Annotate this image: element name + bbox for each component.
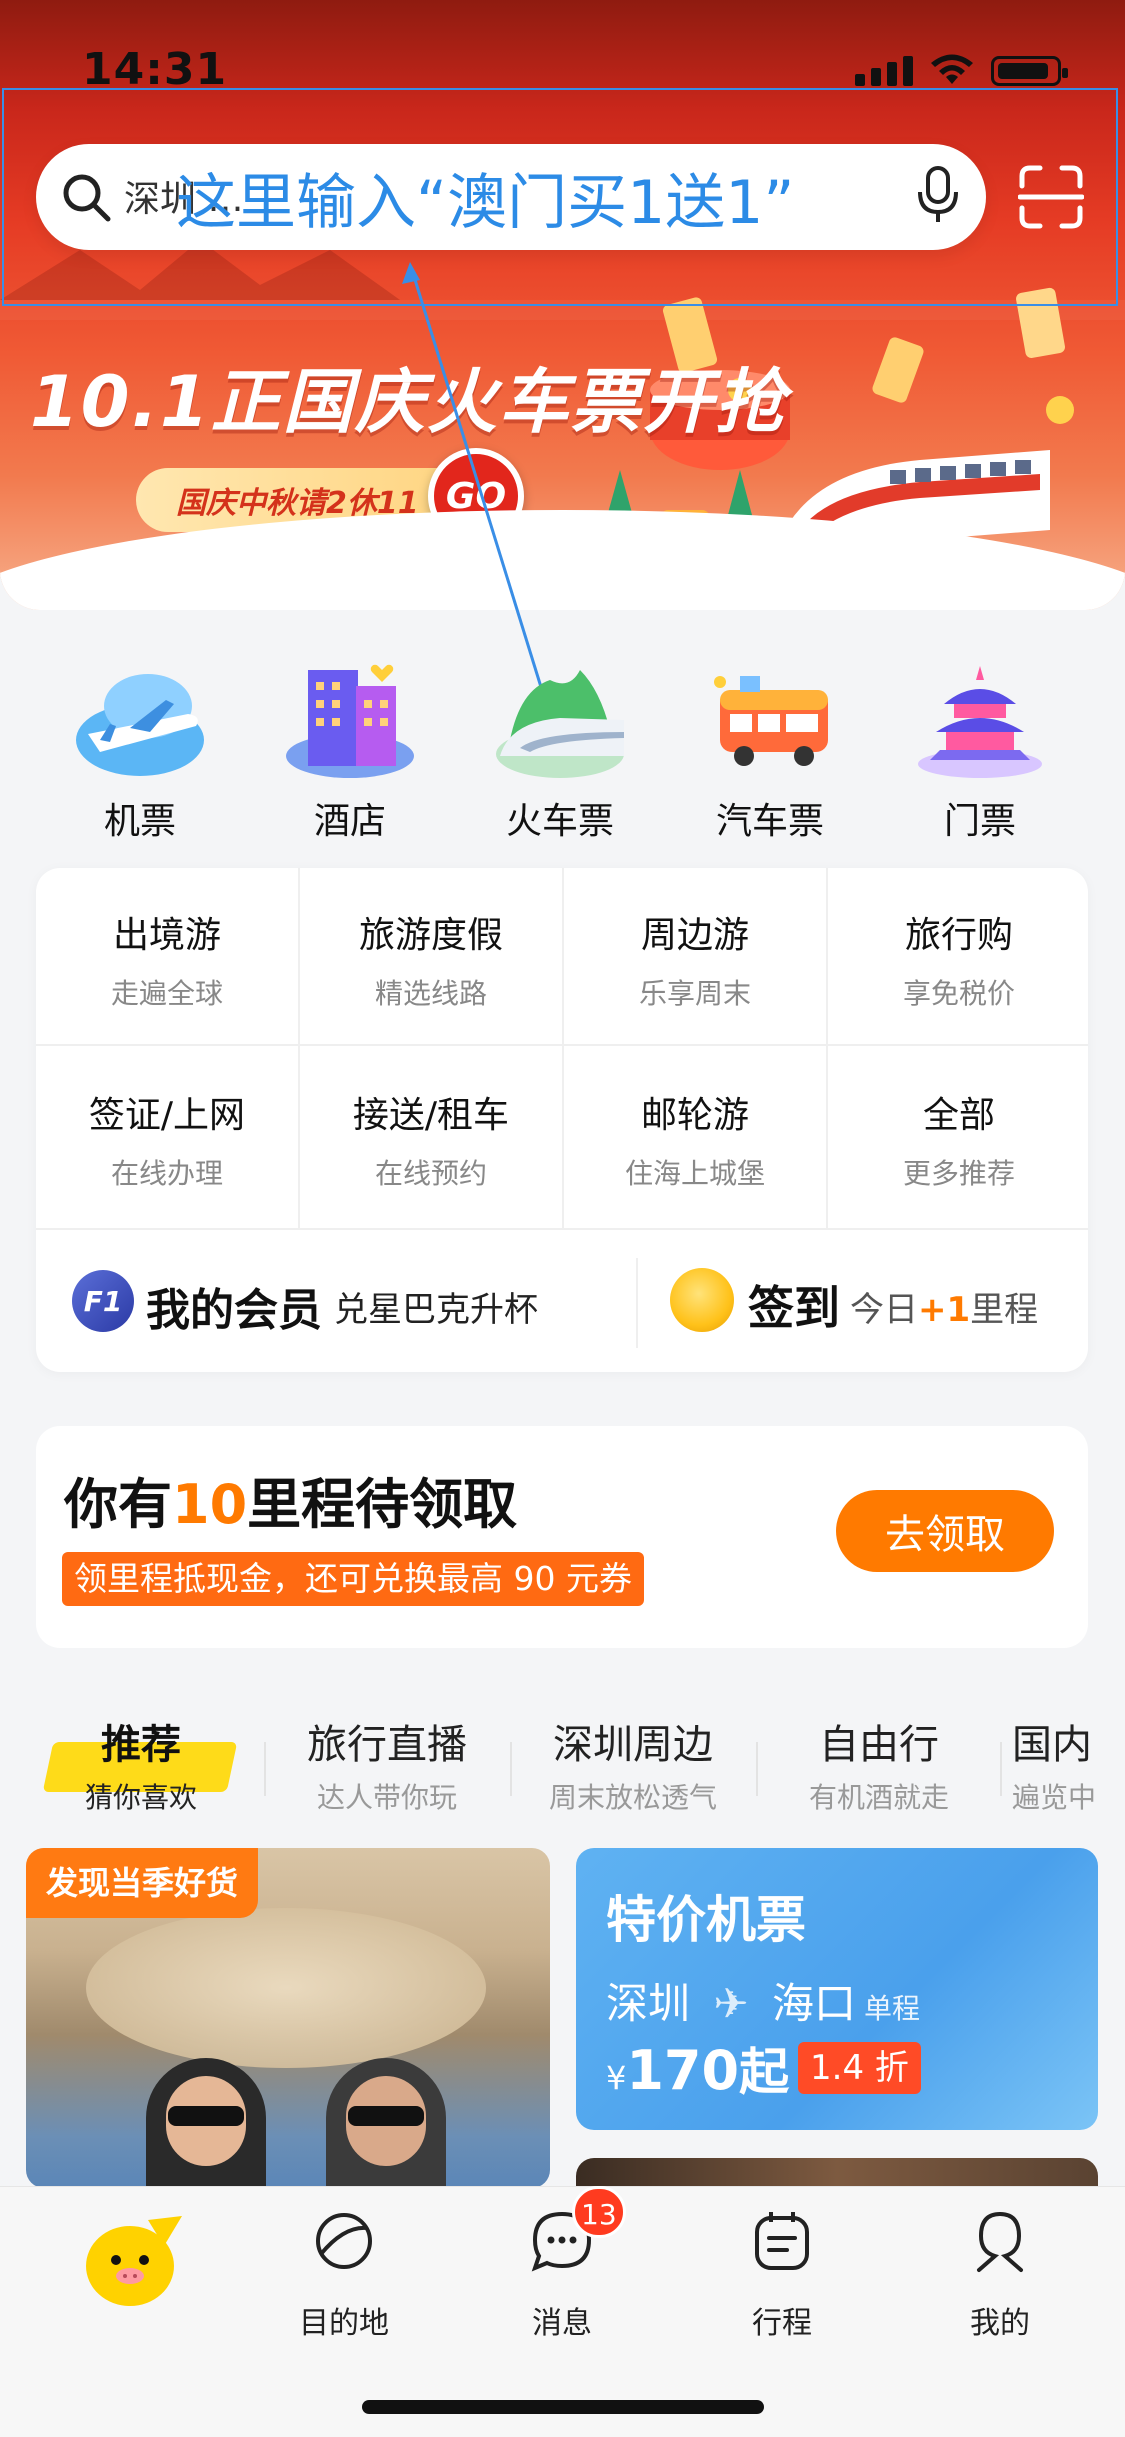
signin-title[interactable]: 签到 bbox=[748, 1272, 840, 1338]
carousel-dot bbox=[624, 566, 642, 584]
grid-item-transfer[interactable]: 接送/租车 在线预约 bbox=[300, 1086, 562, 1192]
quick-item-bus[interactable]: 汽车票 bbox=[670, 660, 870, 844]
quick-label: 酒店 bbox=[313, 801, 386, 842]
deal-discount: 1.4 折 bbox=[798, 2042, 921, 2094]
quick-item-hotel[interactable]: 酒店 bbox=[250, 660, 450, 844]
member-title[interactable]: 我的会员 bbox=[146, 1274, 322, 1338]
deal-price: ¥170起 bbox=[606, 2039, 790, 2102]
grid-item-cruise[interactable]: 邮轮游 住海上城堡 bbox=[564, 1086, 826, 1192]
grid-item-all[interactable]: 全部 更多推荐 bbox=[828, 1086, 1090, 1192]
temple-icon bbox=[918, 666, 1042, 778]
grid-item-shopping[interactable]: 旅行购 享免税价 bbox=[828, 906, 1090, 1012]
member-badge-icon: F1 bbox=[72, 1270, 134, 1332]
carousel-dot bbox=[492, 566, 510, 584]
wifi-icon bbox=[931, 54, 973, 84]
train-icon bbox=[496, 670, 624, 778]
signin-subtitle[interactable]: 今日+1里程 bbox=[850, 1282, 1038, 1331]
carousel-dot bbox=[596, 566, 614, 584]
claim-miles-button[interactable]: 去领取 bbox=[836, 1490, 1054, 1572]
quick-item-train[interactable]: 火车票 bbox=[460, 660, 660, 844]
feed-badge: 发现当季好货 bbox=[26, 1848, 259, 1918]
planet-icon bbox=[316, 2213, 372, 2269]
grid-item-vacation[interactable]: 旅游度假 精选线路 bbox=[300, 906, 562, 1012]
train-illustration bbox=[780, 450, 1050, 550]
tab-free-travel[interactable]: 自由行 有机酒就走 bbox=[756, 1712, 1002, 1816]
feed-tabs: 推荐 猜你喜欢 旅行直播 达人带你玩 深圳周边 周末放松透气 自由行 有机酒就走 国内遍… bbox=[0, 1712, 1125, 1822]
quick-item-flight[interactable]: 机票 bbox=[40, 660, 240, 844]
hotel-icon bbox=[286, 664, 414, 778]
carousel-dot-active bbox=[520, 566, 558, 584]
tab-recommend[interactable]: 推荐 猜你喜欢 bbox=[18, 1712, 264, 1816]
quick-label: 门票 bbox=[943, 801, 1016, 842]
banner-title: 10.1正国庆火车票开抢 bbox=[30, 361, 787, 443]
bus-icon bbox=[714, 676, 828, 766]
coin-icon bbox=[670, 1268, 734, 1332]
quick-item-ticket[interactable]: 门票 bbox=[880, 660, 1080, 844]
plane-icon bbox=[76, 674, 204, 776]
grid-item-nearby[interactable]: 周边游 乐享周末 bbox=[564, 906, 826, 1012]
grid-item-visa[interactable]: 签证/上网 在线办理 bbox=[36, 1086, 298, 1192]
message-badge: 13 bbox=[572, 2186, 626, 2238]
tab-shenzhen-nearby[interactable]: 深圳周边 周末放松透气 bbox=[510, 1712, 756, 1816]
profile-icon bbox=[977, 2212, 1023, 2272]
annotation-text: 这里输入“澳门买1送1” bbox=[176, 168, 795, 238]
quick-label: 机票 bbox=[103, 801, 176, 842]
deal-title: 特价机票 bbox=[606, 1891, 806, 1949]
signal-icon bbox=[855, 56, 913, 86]
tab-live[interactable]: 旅行直播 达人带你玩 bbox=[264, 1712, 510, 1816]
fliggy-logo-icon[interactable] bbox=[78, 2206, 188, 2316]
quick-label: 火车票 bbox=[505, 801, 614, 842]
deal-route: 深圳 ✈ 海口 单程 bbox=[606, 1979, 920, 2028]
plane-small-icon: ✈ bbox=[713, 1979, 749, 2028]
miles-tag: 领里程抵现金，还可兑换最高 90 元券 bbox=[62, 1552, 644, 1606]
tab-domestic[interactable]: 国内 遍览中 bbox=[1012, 1712, 1125, 1816]
member-subtitle[interactable]: 兑星巴克升杯 bbox=[334, 1282, 538, 1331]
miles-title: 你有10里程待领取 bbox=[64, 1473, 518, 1536]
carousel-dot bbox=[568, 566, 586, 584]
quick-entry-row: 机票 酒店 火车票 汽车票 门票 bbox=[0, 660, 1125, 842]
home-indicator bbox=[362, 2400, 764, 2414]
nav-itinerary[interactable]: 行程 bbox=[702, 2206, 862, 2342]
carousel-dots bbox=[492, 566, 642, 584]
quick-label: 汽车票 bbox=[715, 801, 824, 842]
grid-item-outbound[interactable]: 出境游 走遍全球 bbox=[36, 906, 298, 1012]
nav-profile[interactable]: 我的 bbox=[920, 2206, 1080, 2342]
status-icons bbox=[855, 52, 1068, 86]
banner-go-button[interactable]: GO bbox=[428, 448, 524, 544]
itinerary-icon bbox=[755, 2212, 809, 2270]
nav-destination[interactable]: 目的地 bbox=[264, 2206, 424, 2342]
battery-icon bbox=[991, 56, 1068, 86]
